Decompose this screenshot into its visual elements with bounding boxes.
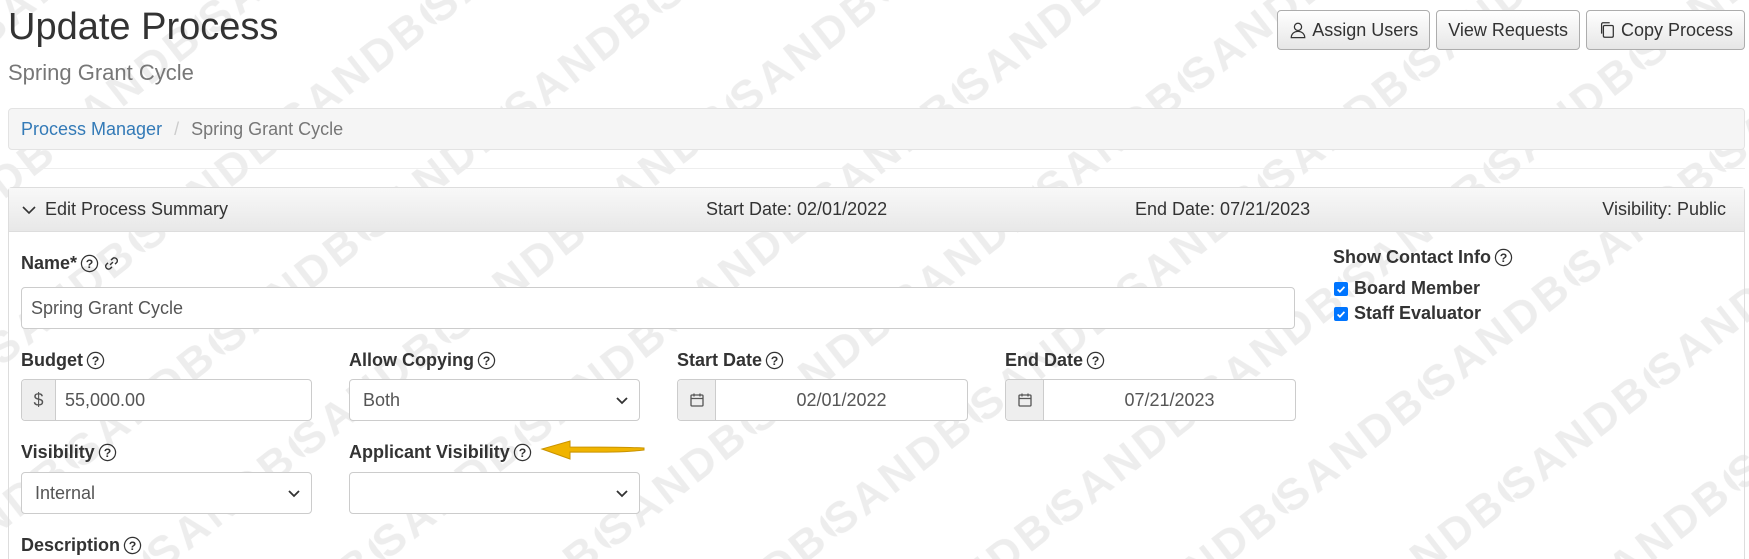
calendar-icon — [1017, 393, 1032, 407]
breadcrumb-separator: / — [174, 118, 180, 139]
arrow-annotation — [540, 440, 645, 460]
description-label: Description ? — [21, 535, 142, 556]
page-subtitle: Spring Grant Cycle — [8, 60, 194, 85]
staff-evaluator-checkbox[interactable]: Staff Evaluator — [1334, 303, 1481, 324]
allow-copying-select[interactable]: Both — [349, 379, 640, 421]
start-date-value: 02/01/2022 — [796, 389, 887, 410]
applicant-visibility-label-text: Applicant Visibility — [349, 442, 510, 462]
svg-text:?: ? — [1500, 251, 1508, 265]
svg-text:?: ? — [92, 354, 100, 368]
svg-text:?: ? — [86, 257, 94, 271]
view-requests-label: View Requests — [1448, 19, 1568, 40]
svg-text:?: ? — [518, 446, 526, 460]
end-date-input[interactable]: 07/21/2023 — [1005, 379, 1296, 421]
checkbox-checked[interactable] — [1334, 306, 1348, 321]
board-member-checkbox[interactable]: Board Member — [1334, 278, 1480, 299]
assign-users-label: Assign Users — [1312, 19, 1419, 40]
name-label: Name* ? — [21, 253, 121, 274]
applicant-visibility-label: Applicant Visibility ? — [349, 442, 532, 463]
visibility-label-text: Visibility — [21, 442, 95, 462]
svg-text:?: ? — [129, 539, 137, 553]
allow-copying-label-text: Allow Copying — [349, 350, 474, 370]
name-input[interactable]: Spring Grant Cycle — [21, 287, 1295, 329]
end-date-value: 07/21/2023 — [1124, 389, 1215, 410]
calendar-addon[interactable] — [678, 380, 716, 420]
visibility-label: Visibility ? — [21, 442, 117, 463]
chevron-down-icon — [616, 397, 628, 405]
chevron-down-icon — [22, 205, 36, 214]
name-input-value: Spring Grant Cycle — [31, 297, 184, 318]
start-date-input[interactable]: 02/01/2022 — [677, 379, 968, 421]
svg-text:?: ? — [1092, 354, 1100, 368]
assign-users-button[interactable]: Assign Users — [1277, 10, 1431, 50]
end-date-label-text: End Date — [1005, 350, 1084, 370]
breadcrumb-process-manager[interactable]: Process Manager — [21, 119, 162, 140]
contact-info-label: Show Contact Info ? — [1333, 247, 1513, 268]
svg-text:?: ? — [103, 446, 111, 460]
user-icon — [1290, 22, 1306, 39]
calendar-icon — [689, 393, 704, 407]
breadcrumb-current: Spring Grant Cycle — [191, 118, 344, 139]
visibility-value: Internal — [35, 482, 96, 503]
help-icon[interactable]: ? — [765, 351, 784, 370]
help-icon[interactable]: ? — [1086, 351, 1105, 370]
svg-text:?: ? — [483, 354, 491, 368]
allow-copying-value: Both — [363, 389, 401, 410]
name-label-text: Name* — [21, 253, 78, 273]
copy-process-button[interactable]: Copy Process — [1585, 10, 1745, 50]
view-requests-button[interactable]: View Requests — [1436, 10, 1580, 50]
help-icon[interactable]: ? — [80, 254, 99, 273]
description-label-text: Description — [21, 535, 121, 555]
help-icon[interactable]: ? — [86, 351, 105, 370]
end-date-label: End Date ? — [1005, 350, 1105, 371]
panel-header[interactable]: Edit Process Summary Start Date: 02/01/2… — [9, 188, 1744, 232]
chevron-down-icon — [616, 490, 628, 498]
page-title: Update Process — [8, 6, 279, 48]
applicant-visibility-select[interactable] — [349, 472, 640, 514]
divider — [8, 168, 1745, 169]
panel-title: Edit Process Summary — [45, 199, 229, 219]
budget-label: Budget ? — [21, 350, 105, 371]
help-icon[interactable]: ? — [477, 351, 496, 370]
breadcrumb: Process Manager / Spring Grant Cycle — [8, 108, 1745, 150]
copy-icon — [1600, 22, 1614, 38]
help-icon[interactable]: ? — [513, 443, 532, 462]
calendar-addon[interactable] — [1006, 380, 1044, 420]
summary-visibility: Visibility: Public — [1602, 199, 1726, 219]
budget-input[interactable]: $ 55,000.00 — [21, 379, 312, 421]
staff-evaluator-label: Staff Evaluator — [1354, 303, 1482, 323]
check-icon — [1336, 310, 1346, 318]
copy-process-label: Copy Process — [1620, 19, 1733, 40]
chevron-down-icon — [288, 490, 300, 498]
header-actions: Assign Users View Requests Copy Process — [1277, 10, 1745, 50]
visibility-select[interactable]: Internal — [21, 472, 312, 514]
check-icon — [1336, 285, 1346, 293]
link-icon[interactable] — [102, 254, 121, 273]
help-icon[interactable]: ? — [1494, 248, 1513, 267]
help-icon[interactable]: ? — [98, 443, 117, 462]
start-date-label: Start Date ? — [677, 350, 784, 371]
summary-end-date: End Date: 07/21/2023 — [1135, 199, 1311, 219]
budget-input-value: 55,000.00 — [65, 389, 146, 410]
checkbox-checked[interactable] — [1334, 281, 1348, 296]
board-member-label: Board Member — [1354, 278, 1481, 298]
currency-addon: $ — [22, 380, 56, 420]
start-date-label-text: Start Date — [677, 350, 763, 370]
summary-start-date: Start Date: 02/01/2022 — [706, 199, 888, 219]
svg-text:?: ? — [771, 354, 779, 368]
panel-toggle[interactable]: Edit Process Summary — [21, 199, 228, 220]
budget-label-text: Budget — [21, 350, 83, 370]
allow-copying-label: Allow Copying ? — [349, 350, 496, 371]
contact-info-label-text: Show Contact Info — [1333, 247, 1491, 267]
help-icon[interactable]: ? — [123, 536, 142, 555]
